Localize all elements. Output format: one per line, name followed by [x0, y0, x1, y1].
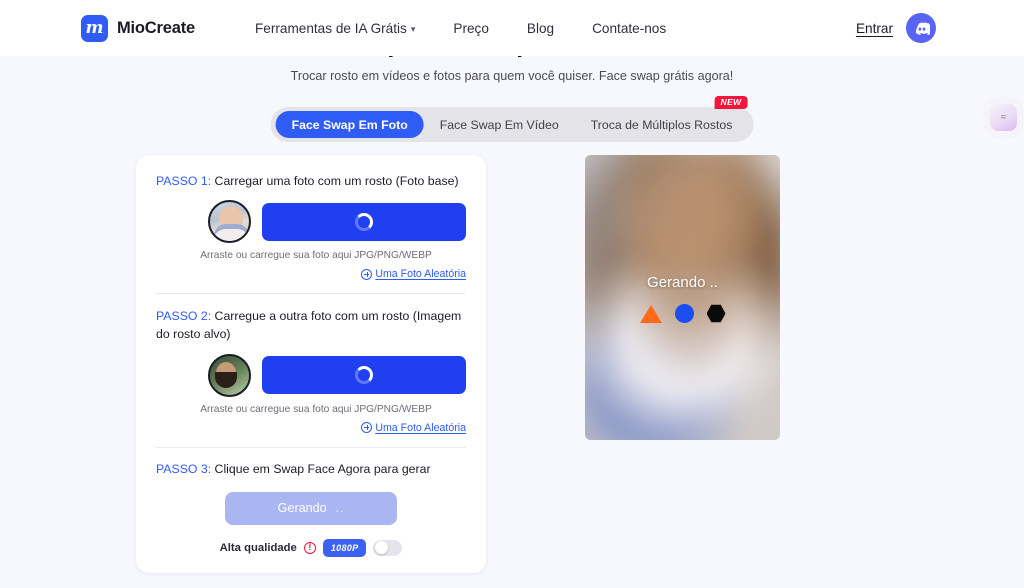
logo-text: MioCreate: [117, 18, 195, 37]
step-1-label: PASSO 1: Carregar uma foto com um rosto …: [156, 172, 466, 190]
step-2-hint: Arraste ou carregue sua foto aqui JPG/PN…: [200, 403, 432, 415]
login-link[interactable]: Entrar: [856, 21, 893, 36]
step-3-prefix: PASSO 3:: [156, 461, 212, 476]
page-root: m MioCreate Ferramentas de IA Grátis ▾ P…: [0, 0, 1024, 588]
step-2-random-row: Uma Foto Aleatória: [156, 422, 466, 434]
result-status-overlay: Gerando ..: [585, 274, 780, 323]
nav-item-blog[interactable]: Blog: [527, 21, 554, 36]
divider-1: [156, 293, 466, 295]
step-1-upload-button[interactable]: [262, 202, 466, 241]
mode-tabs: Face Swap Em Foto Face Swap Em Vídeo Tro…: [270, 96, 754, 142]
result-preview-panel[interactable]: Gerando ..: [585, 155, 780, 440]
step-2-upload-button[interactable]: [262, 356, 466, 395]
tab-multiplos-rostos[interactable]: Troca de Múltiplos Rostos NEW: [575, 96, 749, 138]
hexagon-icon: [706, 304, 726, 323]
step-1-prefix: PASSO 1:: [156, 174, 212, 188]
tab-label: Troca de Múltiplos Rostos: [590, 117, 733, 132]
result-status-text: Gerando ..: [647, 274, 718, 291]
chevron-down-icon: ▾: [410, 23, 416, 34]
loading-spinner-icon: [355, 212, 373, 231]
header-actions: Entrar: [856, 13, 936, 43]
step-1-text: Carregar uma foto com um rosto (Foto bas…: [211, 174, 459, 188]
generate-button-dots: ..: [335, 501, 345, 516]
step-2-random-label: Uma Foto Aleatória: [375, 421, 466, 434]
logo-icon: m: [81, 14, 108, 42]
step-1-section: PASSO 1: Carregar uma foto com um rosto …: [156, 172, 466, 280]
high-quality-toggle[interactable]: [373, 539, 403, 556]
nav-item-contate-nos[interactable]: Contate-nos: [592, 21, 666, 36]
step-2-section: PASSO 2: Carregue a outra foto com um ro…: [156, 307, 466, 434]
logo[interactable]: m MioCreate: [81, 14, 195, 42]
page-subtitle: Trocar rosto em vídeos e fotos para quem…: [290, 69, 734, 83]
nav-item-ferramentas[interactable]: Ferramentas de IA Grátis ▾: [255, 21, 415, 36]
triangle-icon: [639, 304, 662, 323]
toggle-knob: [374, 541, 388, 555]
resolution-badge[interactable]: 1080P: [322, 538, 367, 557]
loading-spinner-icon: [355, 366, 373, 385]
step-2-prefix: PASSO 2:: [156, 309, 212, 324]
step-3-text: Clique em Swap Face Agora para gerar: [211, 461, 431, 476]
step-3-label: PASSO 3: Clique em Swap Face Agora para …: [156, 460, 466, 478]
nav-item-preco[interactable]: Preço: [453, 21, 489, 36]
step-1-random-row: Uma Foto Aleatória: [156, 268, 466, 280]
nav-label: Ferramentas de IA Grátis: [254, 20, 407, 36]
step-1-hint: Arraste ou carregue sua foto aqui JPG/PN…: [200, 250, 432, 262]
target-photo-thumbnail[interactable]: [208, 353, 251, 397]
main-nav: Ferramentas de IA Grátis ▾ Preço Blog Co…: [255, 21, 666, 36]
quality-label: Alta qualidade: [219, 541, 297, 554]
source-photo-thumbnail[interactable]: [208, 200, 251, 244]
warning-icon[interactable]: !: [303, 541, 316, 554]
discord-icon[interactable]: [906, 13, 936, 43]
face-widget-icon[interactable]: ≈: [990, 104, 1017, 131]
site-header: m MioCreate Ferramentas de IA Grátis ▾ P…: [0, 0, 1024, 56]
step-2-upload-row: [156, 353, 466, 397]
step-3-section: PASSO 3: Clique em Swap Face Agora para …: [156, 460, 466, 557]
tab-face-swap-foto[interactable]: Face Swap Em Foto: [275, 111, 424, 138]
step-1-random-label: Uma Foto Aleatória: [375, 268, 466, 281]
tab-face-swap-video[interactable]: Face Swap Em Vídeo: [424, 111, 575, 138]
step-1-random-photo-link[interactable]: Uma Foto Aleatória: [361, 268, 466, 280]
quality-row: Alta qualidade ! 1080P: [156, 538, 466, 557]
new-badge: NEW: [714, 96, 748, 110]
step-2-random-photo-link[interactable]: Uma Foto Aleatória: [361, 422, 466, 434]
step-2-label: PASSO 2: Carregue a outra foto com um ro…: [156, 307, 466, 343]
step-1-upload-row: [156, 200, 466, 244]
generate-button-label: Gerando: [277, 501, 327, 516]
swap-form-card: PASSO 1: Carregar uma foto com um rosto …: [136, 155, 486, 573]
circle-icon: [674, 304, 694, 323]
generate-button[interactable]: Gerando ..: [225, 491, 397, 525]
loading-shapes: [639, 304, 726, 323]
divider-2: [156, 446, 466, 448]
plus-circle-icon: [361, 268, 373, 280]
plus-circle-icon: [361, 422, 373, 434]
